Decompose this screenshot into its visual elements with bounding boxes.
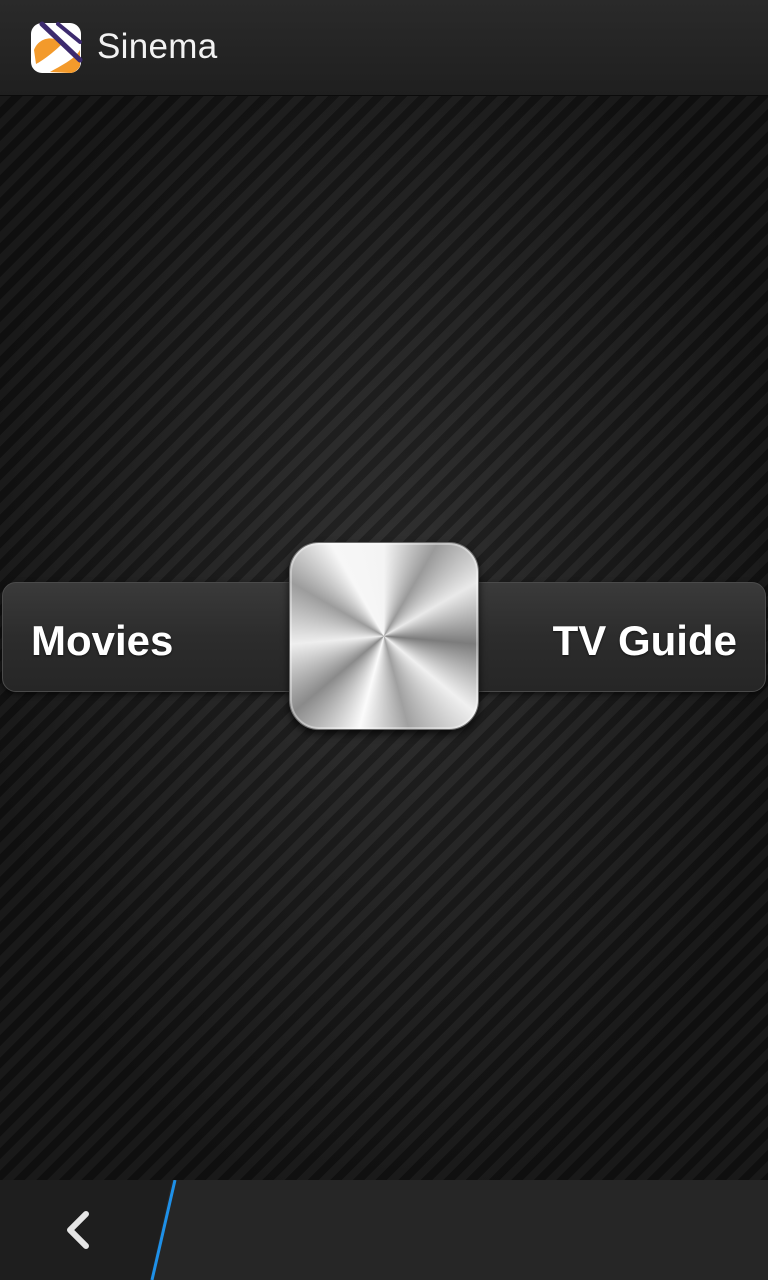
chevron-left-icon[interactable]: [58, 1208, 98, 1252]
main-content: Movies TV Guide: [0, 96, 768, 1180]
bottom-bar: [0, 1180, 768, 1280]
center-metal-button[interactable]: [289, 542, 479, 730]
action-bar: Sinema: [0, 0, 768, 96]
sinema-logo-icon: [31, 21, 83, 73]
tv-guide-button[interactable]: TV Guide: [553, 617, 737, 665]
movies-button[interactable]: Movies: [31, 617, 173, 665]
app-title: Sinema: [97, 27, 218, 66]
